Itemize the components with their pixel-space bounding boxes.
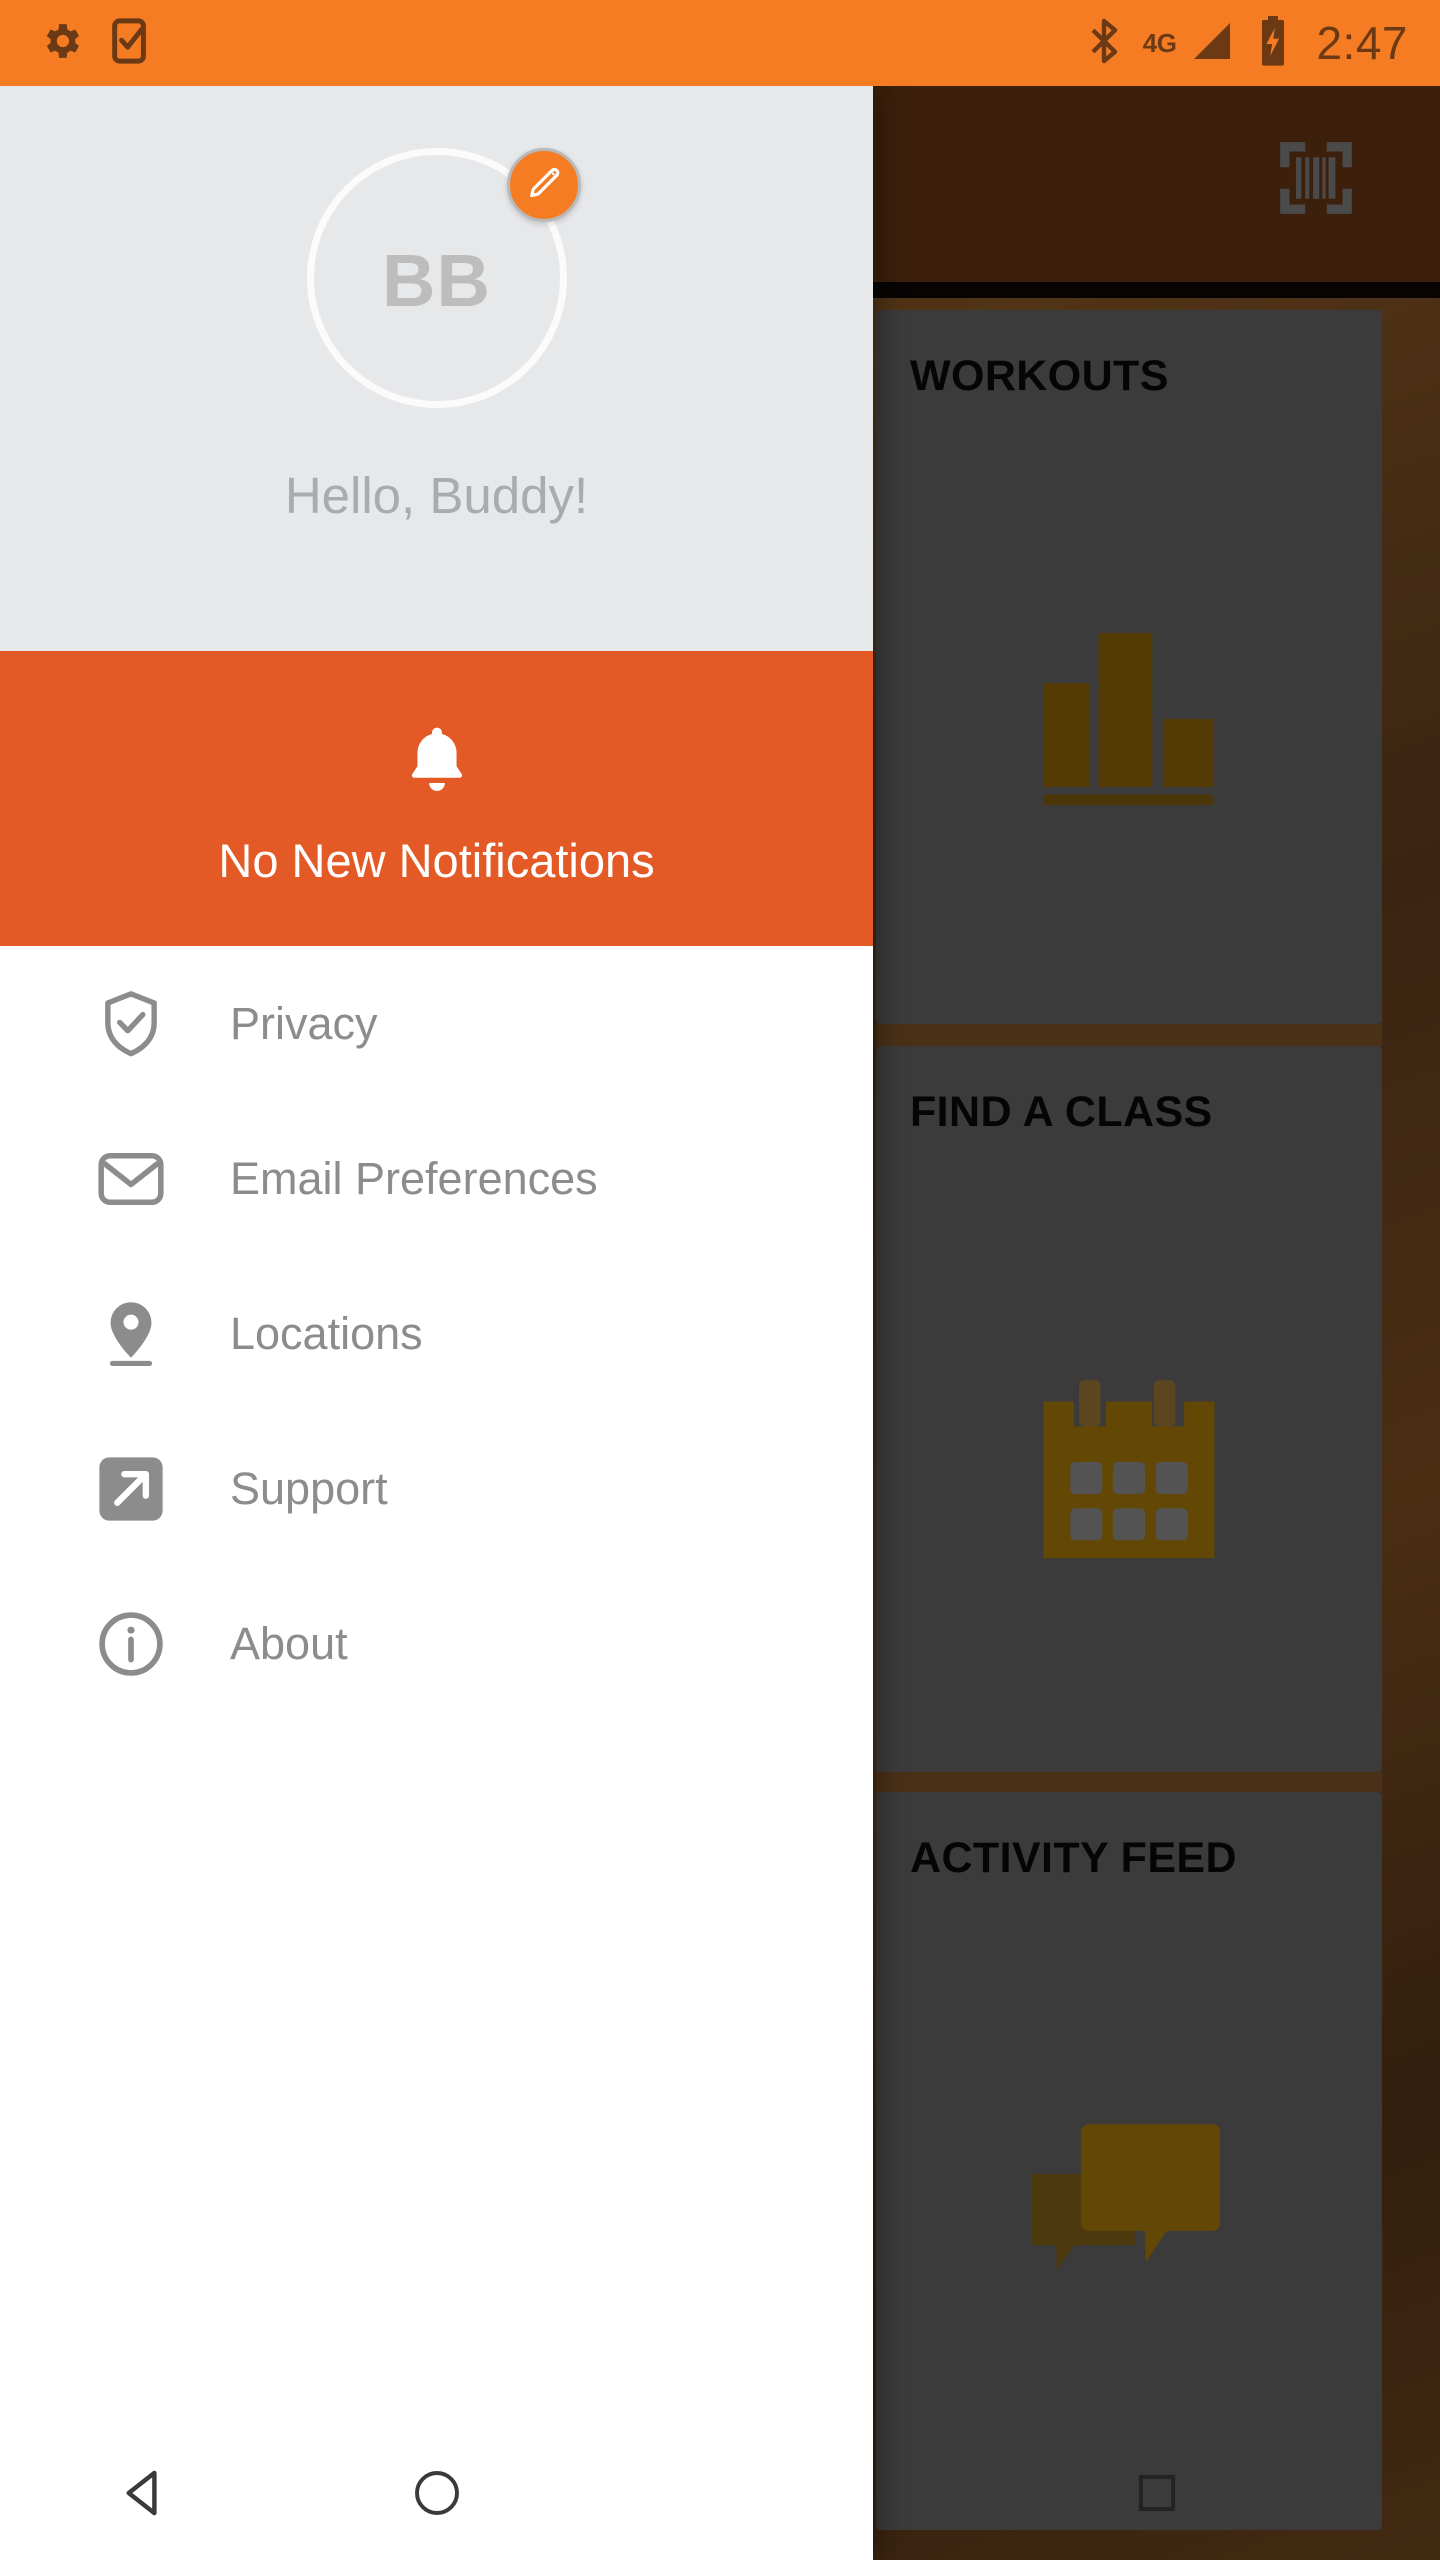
- barcode-scan-button[interactable]: [1264, 128, 1368, 232]
- status-bar: 4G 2:47: [0, 0, 1440, 86]
- card-gap-strip: [876, 1772, 1382, 1792]
- external-link-icon: [96, 1454, 166, 1524]
- system-navigation-bar: [0, 2430, 873, 2560]
- phone-screen: WORKOUTS FIND A CLASS ACTIVITY FEED 4G 2…: [0, 0, 1440, 2560]
- nav-home-button[interactable]: [291, 2468, 582, 2523]
- notification-banner[interactable]: No New Notifications: [0, 651, 873, 946]
- home-card-title: FIND A CLASS: [910, 1088, 1213, 1136]
- bar-chart-icon: [1039, 615, 1219, 814]
- barcode-scan-icon: [1273, 135, 1359, 226]
- clock-time: 2:47: [1316, 17, 1408, 69]
- notification-text: No New Notifications: [218, 833, 655, 887]
- drawer-menu-list: Privacy Email Preferences Locations Supp…: [0, 946, 873, 1721]
- gear-icon: [38, 18, 84, 69]
- menu-item-locations[interactable]: Locations: [0, 1256, 873, 1411]
- menu-item-label: About: [230, 1617, 348, 1669]
- avatar-edit-button[interactable]: [506, 148, 581, 222]
- bluetooth-icon: [1087, 17, 1121, 70]
- menu-item-label: Email Preferences: [230, 1152, 598, 1204]
- avatar-initials: BB: [382, 238, 491, 322]
- nav-back-button[interactable]: [0, 2465, 291, 2526]
- battery-charging-icon: [1258, 15, 1288, 71]
- signal-bars-icon: [1188, 17, 1236, 70]
- menu-item-label: Support: [230, 1462, 388, 1514]
- map-pin-icon: [96, 1299, 166, 1369]
- status-bar-left-icons: [38, 17, 150, 69]
- menu-item-label: Privacy: [230, 997, 378, 1049]
- menu-item-about[interactable]: About: [0, 1566, 873, 1721]
- calendar-icon: [1040, 1380, 1218, 1565]
- menu-item-support[interactable]: Support: [0, 1411, 873, 1566]
- phone-check-icon: [110, 17, 150, 69]
- envelope-icon: [96, 1144, 166, 1214]
- chat-bubbles-icon: [1028, 2120, 1220, 2297]
- pencil-icon: [526, 165, 562, 206]
- drawer-profile-header: BB Hello, Buddy!: [0, 86, 873, 651]
- home-card-title: ACTIVITY FEED: [910, 1834, 1237, 1882]
- home-card-title: WORKOUTS: [910, 352, 1169, 400]
- menu-item-label: Locations: [230, 1307, 423, 1359]
- card-gap-strip: [876, 1024, 1382, 1046]
- avatar-wrap[interactable]: BB: [306, 148, 581, 408]
- recents-square-icon: [1134, 2470, 1180, 2521]
- nav-recents-button[interactable]: [873, 2430, 1440, 2560]
- network-type-label: 4G: [1142, 27, 1177, 58]
- menu-item-privacy[interactable]: Privacy: [0, 946, 873, 1101]
- navigation-drawer: BB Hello, Buddy! No New Notifications Pr…: [0, 86, 873, 2560]
- back-triangle-icon: [118, 2465, 174, 2526]
- menu-item-email-preferences[interactable]: Email Preferences: [0, 1101, 873, 1256]
- greeting-text: Hello, Buddy!: [284, 467, 589, 524]
- status-bar-right-icons: 4G 2:47: [1087, 15, 1408, 71]
- shield-check-icon: [96, 989, 166, 1059]
- info-circle-icon: [96, 1609, 166, 1679]
- home-circle-icon: [412, 2468, 462, 2523]
- bell-icon: [402, 724, 472, 805]
